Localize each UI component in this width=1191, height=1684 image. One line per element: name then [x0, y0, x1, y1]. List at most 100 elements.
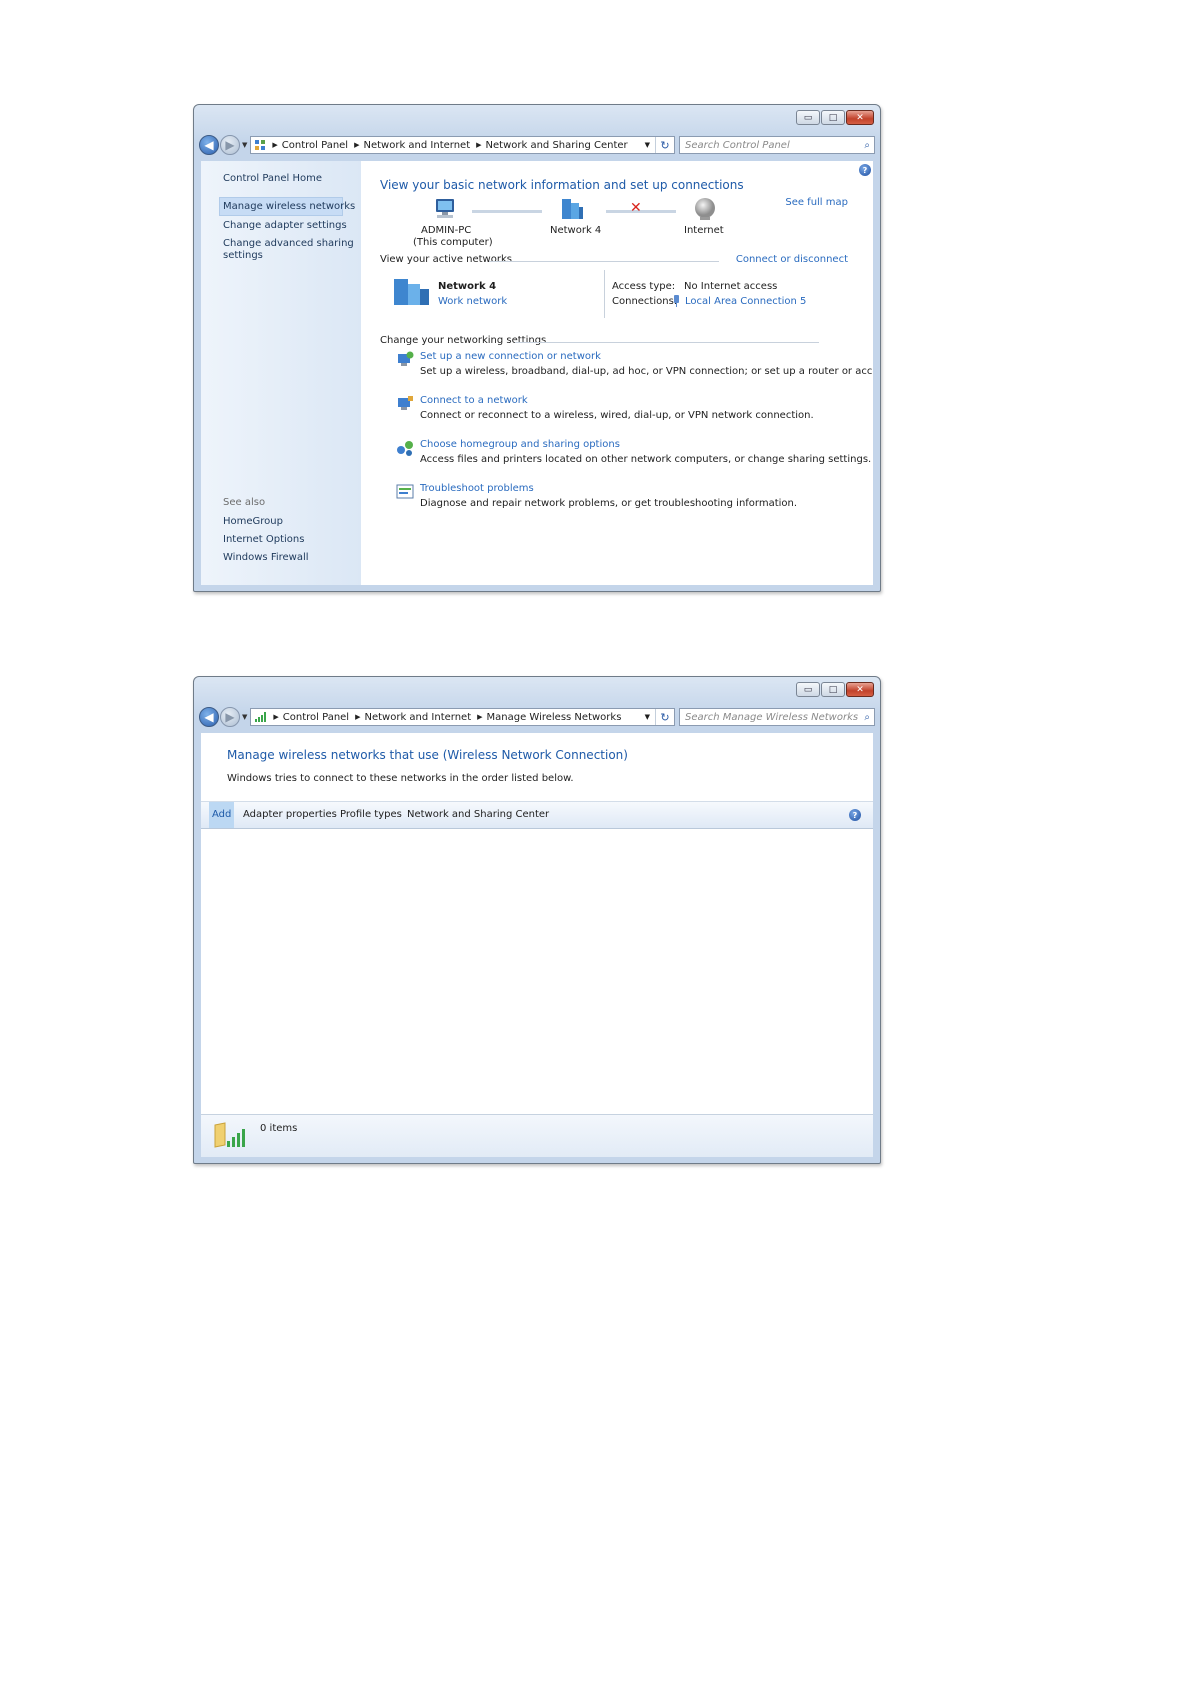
computer-icon — [436, 199, 454, 218]
chevron-right-icon[interactable]: ▶ — [354, 141, 359, 149]
new-connection-icon — [398, 351, 414, 366]
disconnected-x-icon: ✕ — [630, 200, 642, 216]
address-bar[interactable]: ▶ Control Panel ▶ Network and Internet ▶… — [250, 136, 675, 154]
change-advanced-sharing-link-line2[interactable]: settings — [223, 250, 263, 261]
chevron-right-icon[interactable]: ▶ — [476, 141, 481, 149]
connect-to-network-link[interactable]: Connect to a network — [420, 395, 528, 406]
network-icon — [562, 199, 583, 219]
chevron-right-icon[interactable]: ▶ — [272, 141, 277, 149]
connect-network-icon — [398, 396, 413, 410]
close-button[interactable]: ✕ — [846, 682, 874, 697]
help-icon[interactable]: ? — [859, 164, 871, 176]
search-icon[interactable]: ⌕ — [864, 140, 870, 151]
navigation-bar: ◀ ▶ ▼ ▶ Control Panel ▶ Network and Inte… — [199, 705, 875, 729]
local-area-connection-link[interactable]: Local Area Connection 5 — [685, 296, 806, 307]
content-area: Manage wireless networks that use (Wirel… — [201, 733, 873, 1157]
help-icon[interactable]: ? — [849, 809, 861, 821]
internet-label: Internet — [684, 225, 724, 236]
address-bar[interactable]: ▶ Control Panel ▶ Network and Internet ▶… — [250, 708, 675, 726]
profile-types-button[interactable]: Profile types — [340, 802, 402, 828]
forward-button[interactable]: ▶ — [220, 707, 240, 727]
change-advanced-sharing-link[interactable]: Change advanced sharing — [223, 238, 354, 249]
network-sharing-center-button[interactable]: Network and Sharing Center — [407, 802, 549, 828]
divider — [489, 261, 719, 262]
manage-wireless-networks-link[interactable]: Manage wireless networks — [223, 201, 355, 212]
recent-pages-button[interactable]: ▼ — [242, 141, 247, 149]
search-icon[interactable]: ⌕ — [864, 712, 870, 723]
wireless-signal-icon — [255, 712, 267, 722]
internet-options-link[interactable]: Internet Options — [223, 534, 304, 545]
back-button[interactable]: ◀ — [199, 135, 219, 155]
minimize-button[interactable]: ▭ — [796, 110, 820, 125]
troubleshoot-link[interactable]: Troubleshoot problems — [420, 483, 534, 494]
refresh-button[interactable]: ↻ — [655, 709, 674, 725]
task-pane: Control Panel Home Manage wireless netwo… — [201, 161, 361, 585]
maximize-button[interactable]: □ — [821, 110, 845, 125]
adapter-properties-button[interactable]: Adapter properties — [243, 802, 337, 828]
work-network-icon — [394, 279, 429, 305]
breadcrumb-network-internet[interactable]: Network and Internet — [364, 712, 471, 723]
window-controls: ▭ □ ✕ — [796, 682, 874, 697]
chevron-right-icon[interactable]: ▶ — [355, 713, 360, 721]
breadcrumb-manage-wireless-networks[interactable]: Manage Wireless Networks — [487, 712, 622, 723]
vertical-divider — [604, 270, 605, 318]
connect-to-network-description: Connect or reconnect to a wireless, wire… — [420, 410, 814, 421]
search-input[interactable]: Search Manage Wireless Networks — [685, 712, 858, 723]
active-networks-heading: View your active networks — [380, 254, 512, 265]
troubleshoot-description: Diagnose and repair network problems, or… — [420, 498, 798, 509]
homegroup-icon — [397, 441, 413, 456]
see-full-map-link[interactable]: See full map — [785, 197, 848, 208]
control-panel-icon — [255, 140, 266, 150]
breadcrumb-control-panel[interactable]: Control Panel — [282, 140, 348, 151]
manage-wireless-networks-window: ▭ □ ✕ ◀ ▶ ▼ ▶ Control Panel ▶ Network an… — [193, 676, 881, 1164]
back-button[interactable]: ◀ — [199, 707, 219, 727]
navigation-bar: ◀ ▶ ▼ ▶ Control Panel ▶ Network and Inte… — [199, 133, 875, 157]
details-pane: 0 items — [201, 1114, 873, 1157]
forward-button[interactable]: ▶ — [220, 135, 240, 155]
maximize-button[interactable]: □ — [821, 682, 845, 697]
divider — [515, 342, 819, 343]
breadcrumb-network-internet[interactable]: Network and Internet — [363, 140, 470, 151]
address-dropdown-icon[interactable]: ▼ — [645, 141, 650, 149]
address-dropdown-icon[interactable]: ▼ — [645, 713, 650, 721]
globe-icon — [695, 198, 715, 220]
chevron-right-icon[interactable]: ▶ — [273, 713, 278, 721]
network-map-label: Network 4 — [550, 225, 602, 236]
control-panel-home-link[interactable]: Control Panel Home — [223, 173, 322, 184]
refresh-button[interactable]: ↻ — [655, 137, 674, 153]
chevron-right-icon[interactable]: ▶ — [477, 713, 482, 721]
search-input[interactable]: Search Control Panel — [685, 140, 790, 151]
setup-connection-description: Set up a wireless, broadband, dial-up, a… — [420, 366, 873, 377]
homegroup-link[interactable]: HomeGroup — [223, 516, 283, 527]
window-controls: ▭ □ ✕ — [796, 110, 874, 125]
computer-name: ADMIN-PC — [421, 225, 472, 236]
content-area: Control Panel Home Manage wireless netwo… — [201, 161, 873, 585]
access-type-label: Access type: — [612, 281, 676, 292]
see-also-heading: See also — [223, 497, 266, 508]
page-title: View your basic network information and … — [380, 178, 744, 192]
recent-pages-button[interactable]: ▼ — [242, 713, 247, 721]
search-box[interactable]: Search Manage Wireless Networks ⌕ — [679, 708, 875, 726]
main-pane: ? View your basic network information an… — [361, 161, 873, 585]
breadcrumb-control-panel[interactable]: Control Panel — [283, 712, 349, 723]
map-link-line — [472, 210, 542, 213]
setup-connection-link[interactable]: Set up a new connection or network — [420, 351, 601, 362]
network-type-link[interactable]: Work network — [438, 296, 507, 307]
add-button[interactable]: Add — [209, 802, 235, 828]
ethernet-icon — [674, 295, 679, 307]
close-button[interactable]: ✕ — [846, 110, 874, 125]
search-box[interactable]: Search Control Panel ⌕ — [679, 136, 875, 154]
connections-label: Connections: — [612, 296, 678, 307]
access-type-value: No Internet access — [684, 281, 778, 292]
homegroup-sharing-link[interactable]: Choose homegroup and sharing options — [420, 439, 620, 450]
page-subtitle: Windows tries to connect to these networ… — [227, 773, 574, 784]
computer-subtitle: (This computer) — [413, 237, 493, 248]
minimize-button[interactable]: ▭ — [796, 682, 820, 697]
page-title: Manage wireless networks that use (Wirel… — [227, 748, 628, 762]
active-network-name: Network 4 — [438, 281, 497, 292]
breadcrumb-network-sharing-center[interactable]: Network and Sharing Center — [486, 140, 628, 151]
wireless-network-list[interactable] — [201, 829, 873, 1115]
connect-disconnect-link[interactable]: Connect or disconnect — [736, 254, 848, 265]
change-adapter-settings-link[interactable]: Change adapter settings — [223, 220, 347, 231]
windows-firewall-link[interactable]: Windows Firewall — [223, 552, 309, 563]
